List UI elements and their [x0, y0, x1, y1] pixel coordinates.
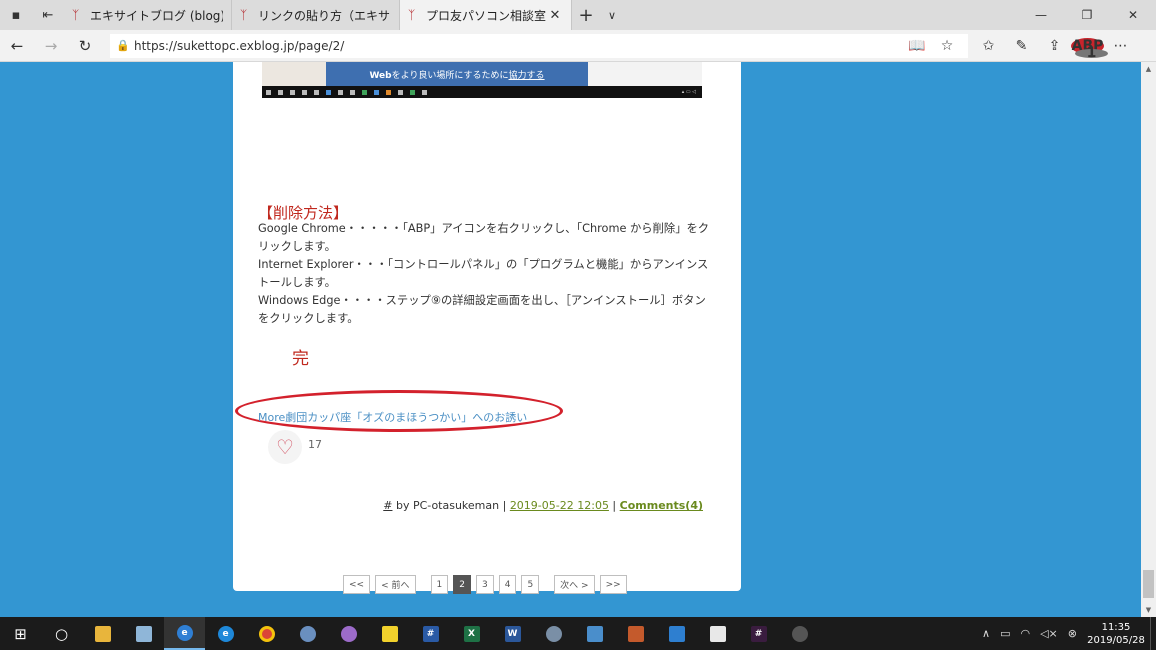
post-meta: # by PC-otasukeman | 2019-05-22 12:05 | … [383, 499, 703, 512]
cortana-icon[interactable]: ○ [41, 617, 82, 650]
tab-pro-tomo[interactable]: ᛉ プロ友パソコン相談室 ✕ [400, 0, 572, 30]
blog-post-card: Webをより良い場所にするために協力する ▴ ▭ ◁ 【削除方法】 Google… [233, 62, 741, 594]
end-mark: 完 [292, 349, 309, 369]
restore-icon[interactable]: ❐ [1064, 0, 1110, 30]
excite-favicon-icon: ᛉ [408, 8, 416, 22]
embedded-screenshot: Webをより良い場所にするために協力する ▴ ▭ ◁ [262, 62, 702, 98]
like-count: 17 [308, 438, 322, 451]
tab-title: プロ友パソコン相談室 [426, 8, 547, 23]
tray-chevron-icon[interactable]: ∧ [982, 627, 990, 640]
ie-icon[interactable]: e [205, 617, 246, 650]
reading-view-icon[interactable]: 📖 [902, 38, 932, 54]
toolbox-icon[interactable] [615, 617, 656, 650]
photos-icon[interactable] [574, 617, 615, 650]
volume-icon[interactable]: ◁× [1040, 627, 1058, 640]
tab-title: エキサイトブログ (blog)|下書き [90, 8, 223, 23]
pager-next[interactable]: 次へ > [554, 575, 595, 594]
excite-favicon-icon: ᛉ [240, 8, 248, 22]
favorites-hub-icon[interactable]: ✩ [972, 38, 1005, 54]
chrome-icon[interactable] [246, 617, 287, 650]
pager-page-4[interactable]: 4 [498, 575, 517, 594]
paint-palette-icon[interactable] [533, 617, 574, 650]
calculator-icon[interactable]: # [410, 617, 451, 650]
pager-first[interactable]: << [343, 575, 371, 594]
snip-tool-icon[interactable] [779, 617, 820, 650]
pager-page-2: 2 [453, 575, 471, 594]
tab-bar: ▪ ⇤ ᛉ エキサイトブログ (blog)|下書き ᛉ リンクの貼り方（エキサイ… [0, 0, 1156, 30]
taskbar-clock[interactable]: 11:35 2019/05/28 [1082, 621, 1150, 647]
pager-page-3[interactable]: 3 [475, 575, 494, 594]
feedback-banner: Webをより良い場所にするために協力する [326, 62, 588, 86]
set-aside-tabs-icon[interactable]: ⇤ [32, 0, 64, 30]
removal-instructions: Google Chrome・・・・・「ABP」アイコンを右クリックし、「Chro… [258, 220, 710, 328]
wifi-icon[interactable]: ◠ [1020, 627, 1030, 640]
edge-icon[interactable]: e [164, 617, 205, 650]
excel-icon[interactable]: X [451, 617, 492, 650]
pager-prev[interactable]: < 前へ [375, 575, 416, 594]
close-window-icon[interactable]: ✕ [1110, 0, 1156, 30]
tab-title: リンクの貼り方（エキサイトブログ [258, 8, 391, 23]
word-icon[interactable]: W [492, 617, 533, 650]
notifications-off-icon[interactable]: ⊗ [1068, 627, 1077, 640]
page-viewport: Webをより良い場所にするために協力する ▴ ▭ ◁ 【削除方法】 Google… [0, 62, 1141, 617]
abp-extension-button[interactable]: ABP 1 [1071, 37, 1108, 60]
like-heart-icon[interactable]: ♡ [268, 430, 302, 464]
instruction-chrome: Google Chrome・・・・・「ABP」アイコンを右クリックし、「Chro… [258, 222, 710, 253]
share-icon[interactable]: ⇪ [1038, 38, 1071, 54]
favorite-star-icon[interactable]: ☆ [932, 38, 962, 54]
globe-app-icon[interactable] [287, 617, 328, 650]
instruction-edge: Windows Edge・・・・ステップ⑨の詳細設定画面を出し、［アンインストー… [258, 294, 706, 325]
scroll-down-icon[interactable]: ▼ [1141, 603, 1156, 617]
vertical-scrollbar[interactable]: ▲ ▼ [1141, 62, 1156, 617]
whiteboard-icon[interactable] [697, 617, 738, 650]
abp-badge: 1 [1075, 46, 1108, 60]
system-tray: ∧ ▭ ◠ ◁× ⊗ 11:35 2019/05/28 [977, 617, 1156, 650]
scroll-thumb[interactable] [1143, 570, 1154, 598]
abp-icon: ABP 1 [1071, 37, 1108, 60]
paint-icon[interactable] [328, 617, 369, 650]
pager-page-1[interactable]: 1 [430, 575, 449, 594]
tab-link-howto[interactable]: ᛉ リンクの貼り方（エキサイトブログ [232, 0, 400, 30]
excite-favicon-icon: ᛉ [72, 8, 80, 22]
scroll-up-icon[interactable]: ▲ [1141, 62, 1156, 76]
lock-icon: 🔒 [116, 39, 130, 52]
new-tab-button[interactable]: + [572, 0, 600, 30]
show-desktop-button[interactable] [1150, 617, 1156, 650]
refresh-icon[interactable]: ↻ [68, 37, 102, 55]
slack-icon[interactable]: # [738, 617, 779, 650]
sticky-notes-icon[interactable] [369, 617, 410, 650]
embedded-taskbar: ▴ ▭ ◁ [262, 86, 702, 98]
forward-icon[interactable]: → [34, 37, 68, 55]
pager-page-5[interactable]: 5 [521, 575, 540, 594]
remote-desktop-icon[interactable] [656, 617, 697, 650]
window-controls: — ❐ ✕ [1018, 0, 1156, 30]
pagination: << < 前へ 1 2 3 4 5 次へ > >> [343, 575, 632, 594]
post-date-link[interactable]: 2019-05-22 12:05 [510, 499, 609, 512]
instruction-ie: Internet Explorer・・・「コントロールパネル」の「プログラムと機… [258, 258, 709, 289]
comments-link[interactable]: Comments(4) [620, 499, 703, 512]
tab-preview-chevron-icon[interactable]: ∨ [600, 0, 624, 30]
pager-last[interactable]: >> [599, 575, 627, 594]
address-field[interactable]: 🔒 https://sukettopc.exblog.jp/page/2/ 📖 … [110, 33, 968, 58]
minimize-icon[interactable]: — [1018, 0, 1064, 30]
url-text: https://sukettopc.exblog.jp/page/2/ [134, 38, 345, 53]
notepad-icon[interactable] [123, 617, 164, 650]
battery-icon[interactable]: ▭ [1000, 627, 1010, 640]
tab-excite-drafts[interactable]: ᛉ エキサイトブログ (blog)|下書き [64, 0, 232, 30]
file-explorer-icon[interactable] [82, 617, 123, 650]
more-menu-icon[interactable]: ⋯ [1104, 38, 1137, 54]
more-link[interactable]: More劇団カッパ座「オズのまほうつかい」へのお誘い [258, 409, 527, 425]
pen-icon[interactable]: ✎ [1005, 38, 1038, 54]
tab-list-icon[interactable]: ▪ [0, 0, 32, 30]
windows-taskbar: ⊞ ○ e e # X W # ∧ ▭ ◠ ◁× ⊗ 11:35 2019/05… [0, 617, 1156, 650]
close-tab-icon[interactable]: ✕ [547, 8, 563, 23]
back-icon[interactable]: ← [0, 37, 34, 55]
toolbar-right: ✩ ✎ ⇪ ABP 1 ⋯ [972, 37, 1137, 60]
start-windows-icon[interactable]: ⊞ [0, 617, 41, 650]
address-toolbar: ← → ↻ 🔒 https://sukettopc.exblog.jp/page… [0, 30, 1156, 62]
